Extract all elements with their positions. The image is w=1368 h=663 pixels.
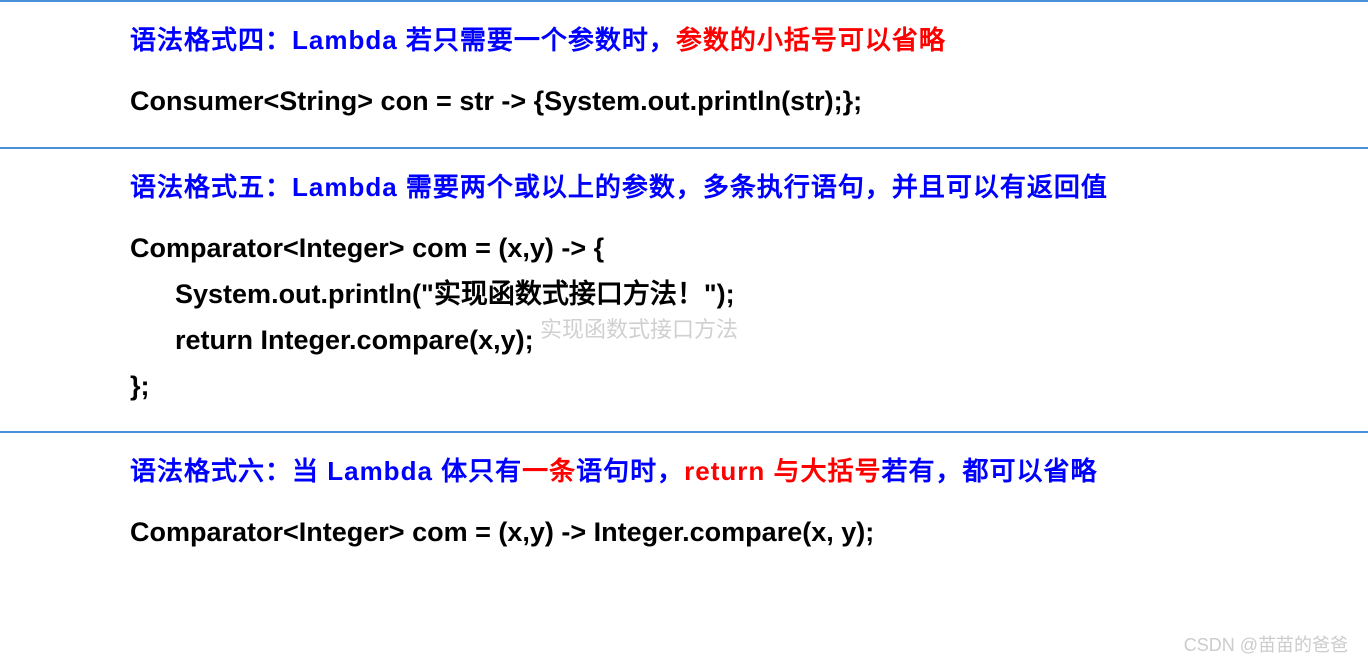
title-part-1: 语法格式六：当 Lambda 体只有 xyxy=(130,456,522,486)
code-block: Consumer<String> con = str -> {System.ou… xyxy=(130,79,1368,125)
title-red-2: return 与大括号 xyxy=(684,456,881,486)
title-highlight: 参数的小括号可以省略 xyxy=(676,25,946,55)
section-title: 语法格式六：当 Lambda 体只有一条语句时，return 与大括号若有，都可… xyxy=(130,451,1368,488)
syntax-section-6: 语法格式六：当 Lambda 体只有一条语句时，return 与大括号若有，都可… xyxy=(0,433,1368,578)
section-title: 语法格式五：Lambda 需要两个或以上的参数，多条执行语句，并且可以有返回值 xyxy=(130,167,1368,204)
syntax-section-4: 语法格式四：Lambda 若只需要一个参数时，参数的小括号可以省略 Consum… xyxy=(0,0,1368,149)
syntax-section-5: 语法格式五：Lambda 需要两个或以上的参数，多条执行语句，并且可以有返回值 … xyxy=(0,149,1368,434)
csdn-watermark: CSDN @苗苗的爸爸 xyxy=(1184,631,1348,657)
code-block: Comparator<Integer> com = (x,y) -> Integ… xyxy=(130,510,1368,556)
code-block: Comparator<Integer> com = (x,y) -> { Sys… xyxy=(130,226,1368,410)
title-prefix: 语法格式四：Lambda 若只需要一个参数时， xyxy=(130,25,676,55)
title-part-3: 若有，都可以省略 xyxy=(882,456,1098,486)
title-part-2: 语句时， xyxy=(576,456,684,486)
section-title: 语法格式四：Lambda 若只需要一个参数时，参数的小括号可以省略 xyxy=(130,20,1368,57)
title-prefix: 语法格式五：Lambda 需要两个或以上的参数，多条执行语句，并且可以有返回值 xyxy=(130,172,1108,202)
title-red-1: 一条 xyxy=(522,456,576,486)
